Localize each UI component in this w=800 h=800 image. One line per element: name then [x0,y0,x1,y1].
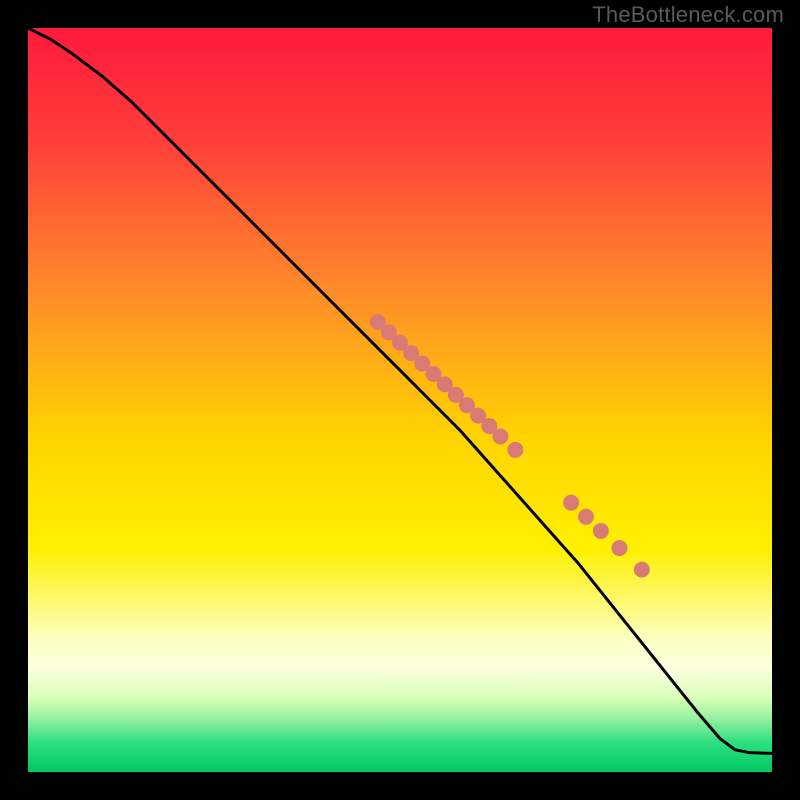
data-point [611,540,627,556]
data-point [634,562,650,578]
chart-container: TheBottleneck.com [0,0,800,800]
data-point [563,495,579,511]
chart-svg [0,0,800,800]
data-point [593,523,609,539]
data-point [578,509,594,525]
plot-background [28,28,772,772]
data-point [507,442,523,458]
data-point [492,428,508,444]
